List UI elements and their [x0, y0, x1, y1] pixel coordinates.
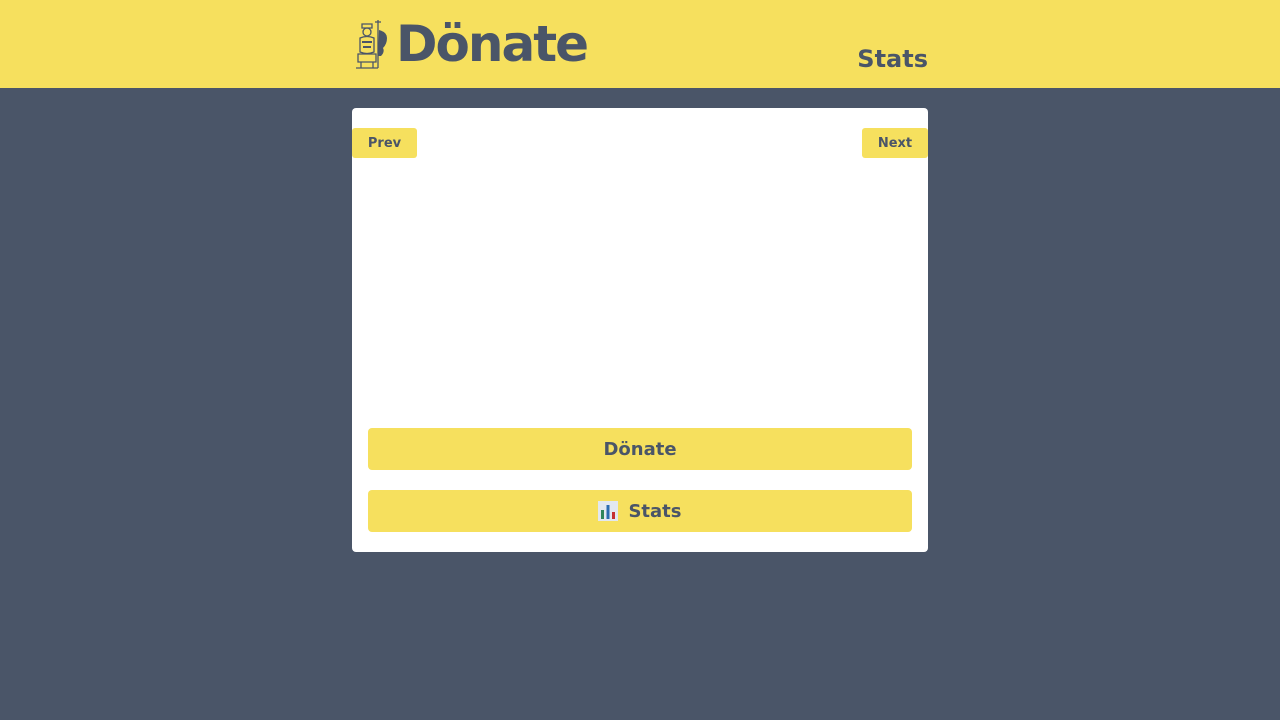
prev-button[interactable]: Prev: [352, 128, 417, 158]
nav-stats-link[interactable]: Stats: [857, 44, 928, 74]
donate-button[interactable]: Dönate: [368, 428, 912, 470]
stats-button[interactable]: Stats: [368, 490, 912, 532]
bar-chart-icon: [598, 501, 619, 521]
donation-card: Prev Next Dönate Stats: [352, 108, 928, 552]
brand-title: Dönate: [396, 15, 589, 73]
doner-chef-icon: [356, 20, 387, 69]
card-content-area: [368, 168, 912, 418]
next-button[interactable]: Next: [862, 128, 928, 158]
brand-home-link[interactable]: Dönate: [352, 14, 589, 74]
donate-button-label: Dönate: [603, 438, 677, 460]
header-bar: Dönate Stats: [0, 0, 1280, 88]
stats-button-label: Stats: [628, 500, 682, 522]
